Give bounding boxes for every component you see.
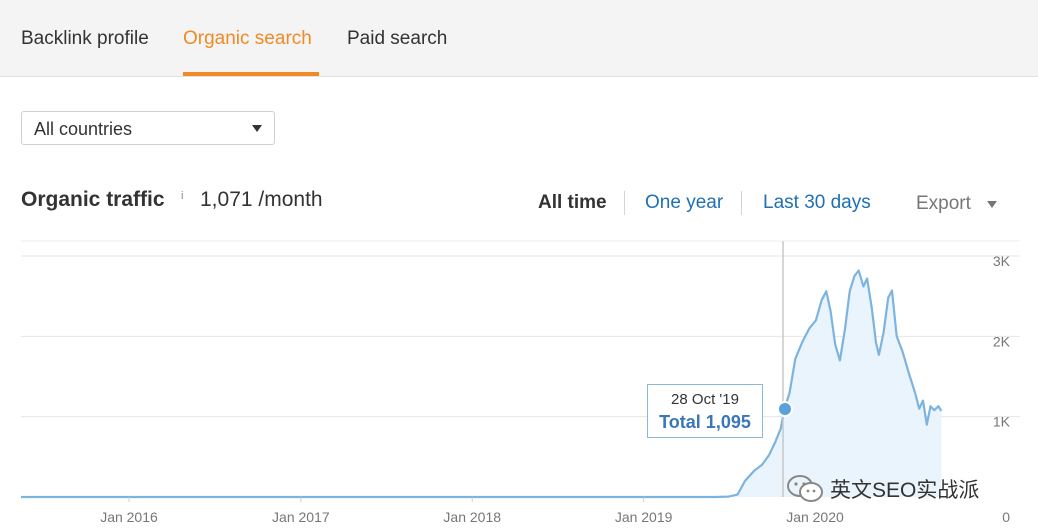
range-one-year[interactable]: One year <box>645 192 723 214</box>
active-tab-indicator <box>183 72 319 76</box>
x-tick-label: Jan 2018 <box>443 509 501 525</box>
range-last-30-days[interactable]: Last 30 days <box>763 192 871 214</box>
watermark-text: 英文SEO实战派 <box>830 479 980 502</box>
tooltip-total: Total 1,095 <box>659 412 751 432</box>
export-button[interactable]: Export <box>916 193 971 215</box>
y-tick-label: 2K <box>993 333 1011 349</box>
x-tick-label: Jan 2016 <box>100 509 158 525</box>
tab-backlink-profile[interactable]: Backlink profile <box>21 28 149 50</box>
country-select[interactable]: All countries <box>21 111 275 145</box>
tab-organic-search[interactable]: Organic search <box>183 28 312 50</box>
export-caret-icon <box>987 201 997 208</box>
x-axis-labels: Jan 2016 Jan 2017 Jan 2018 Jan 2019 Jan 2020 <box>100 497 844 525</box>
y-tick-label: 0 <box>1002 509 1010 525</box>
x-tick-label: Jan 2017 <box>272 509 330 525</box>
x-tick-label: Jan 2020 <box>786 509 844 525</box>
highlight-point <box>777 401 793 418</box>
tooltip-date: 28 Oct '19 <box>671 391 739 408</box>
range-divider <box>741 191 742 215</box>
x-tick-label: Jan 2019 <box>615 509 673 525</box>
y-tick-label: 1K <box>993 414 1011 430</box>
info-icon[interactable]: i <box>181 190 183 202</box>
watermark: 英文SEO实战派 <box>786 474 979 504</box>
chevron-down-icon <box>252 125 262 132</box>
y-axis-labels: 3K 2K 1K 0 <box>993 253 1011 525</box>
tab-paid-search[interactable]: Paid search <box>347 28 447 50</box>
range-divider <box>624 191 625 215</box>
metric-title: Organic traffic <box>21 188 165 211</box>
chart-tooltip: 28 Oct '19 Total 1,095 <box>647 384 763 438</box>
tab-bar: Backlink profile Organic search Paid sea… <box>0 0 1038 77</box>
wechat-icon <box>787 475 823 502</box>
y-tick-label: 3K <box>993 253 1011 269</box>
range-all-time[interactable]: All time <box>538 192 607 214</box>
country-select-value: All countries <box>34 119 133 139</box>
traffic-area <box>21 270 942 497</box>
metric-value: 1,071 /month <box>200 188 323 211</box>
